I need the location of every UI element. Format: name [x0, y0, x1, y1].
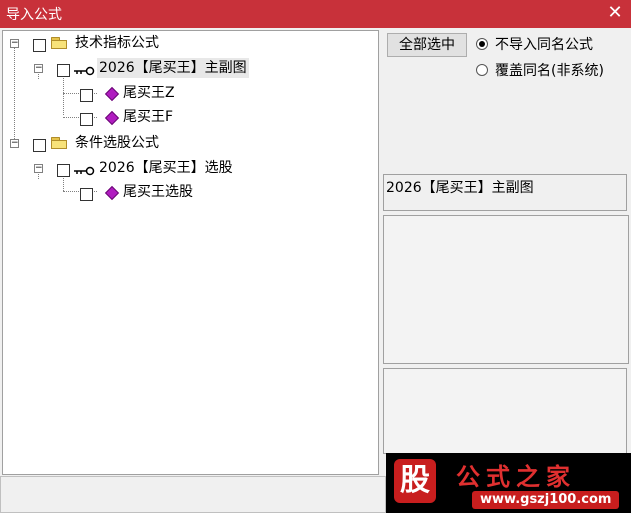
tree-node-label: 尾买王F	[123, 109, 174, 125]
tree-node-stock-selection[interactable]: − 2026【尾买王】选股	[3, 158, 373, 178]
logo-url: www.gszj100.com	[472, 491, 620, 509]
diamond-icon	[104, 86, 120, 102]
watermark-logo: 股 公式之家 www.gszj100.com	[386, 453, 631, 513]
radio-overwrite-same-name[interactable]	[476, 64, 488, 76]
tree-checkbox[interactable]	[80, 188, 93, 201]
formula-name-field: 2026【尾买王】主副图	[383, 174, 627, 211]
tree-node-label: 条件选股公式	[75, 135, 159, 151]
formula-params-panel[interactable]	[383, 368, 627, 454]
radio-skip-label: 不导入同名公式	[495, 37, 593, 53]
tree-node-weimaiwang-selection[interactable]: 尾买王选股	[3, 182, 373, 202]
tree-node-weimaiwang-f[interactable]: 尾买王F	[3, 107, 373, 127]
tree-node-main-sub-chart[interactable]: − 2026【尾买王】主副图	[3, 58, 373, 78]
tree-checkbox[interactable]	[80, 113, 93, 126]
import-formula-window: 导入公式 ✕ − 技术指标公式 − 2026【尾买王】主副图 尾买王Z 尾买王F…	[0, 0, 631, 513]
tree-checkbox[interactable]	[80, 89, 93, 102]
key-icon	[73, 163, 95, 176]
formula-description-panel[interactable]	[383, 215, 629, 364]
radio-skip-same-name[interactable]	[476, 38, 488, 50]
window-title: 导入公式	[6, 7, 62, 23]
collapse-icon[interactable]: −	[34, 64, 43, 73]
key-icon	[73, 63, 95, 76]
diamond-icon	[104, 110, 120, 126]
collapse-icon[interactable]: −	[34, 164, 43, 173]
diamond-icon	[104, 185, 120, 201]
formula-name-text: 2026【尾买王】主副图	[386, 180, 534, 196]
tree-checkbox[interactable]	[33, 139, 46, 152]
formula-tree[interactable]: − 技术指标公式 − 2026【尾买王】主副图 尾买王Z 尾买王F − 条件选股…	[2, 30, 379, 475]
collapse-icon[interactable]: −	[10, 139, 19, 148]
select-all-button[interactable]: 全部选中	[387, 33, 467, 57]
collapse-icon[interactable]: −	[10, 39, 19, 48]
logo-name: 公式之家	[456, 463, 576, 491]
tree-node-stock-selection-formulas[interactable]: − 条件选股公式	[3, 133, 373, 153]
title-bar: 导入公式 ✕	[0, 0, 631, 28]
logo-badge: 股	[394, 459, 436, 503]
tree-node-weimaiwang-z[interactable]: 尾买王Z	[3, 83, 373, 103]
folder-icon	[51, 137, 67, 149]
tree-node-label: 尾买王选股	[123, 184, 193, 200]
tree-node-label: 2026【尾买王】主副图	[97, 58, 249, 78]
tree-checkbox[interactable]	[57, 164, 70, 177]
close-icon[interactable]: ✕	[605, 2, 625, 24]
tree-node-label: 2026【尾买王】选股	[99, 160, 233, 176]
tree-node-label: 技术指标公式	[75, 35, 159, 51]
tree-checkbox[interactable]	[33, 39, 46, 52]
radio-overwrite-label: 覆盖同名(非系统)	[495, 63, 604, 79]
status-bar	[0, 476, 386, 513]
tree-node-label: 尾买王Z	[123, 85, 175, 101]
tree-node-indicator-formulas[interactable]: − 技术指标公式	[3, 33, 373, 53]
folder-icon	[51, 37, 67, 49]
tree-checkbox[interactable]	[57, 64, 70, 77]
